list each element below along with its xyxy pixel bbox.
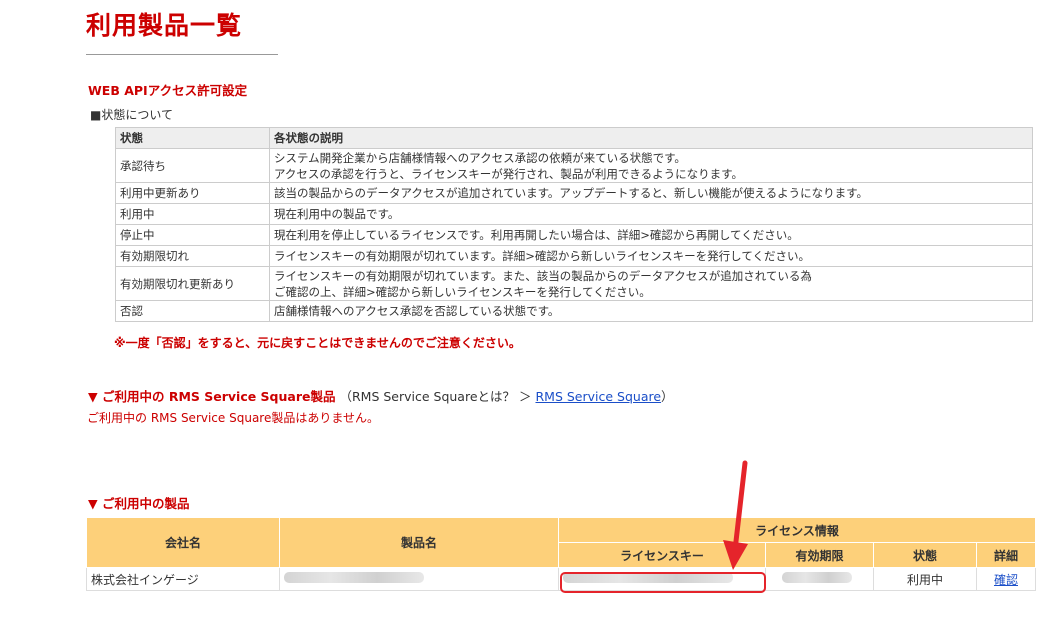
status-description: システム開発企業から店舗様情報へのアクセス承認の依頼が来ている状態です。 アクセ… xyxy=(269,148,1033,183)
detail-column-header: 詳細 xyxy=(976,542,1036,568)
expiry-date-redacted xyxy=(765,567,874,591)
products-header-row: 会社名 製品名 ライセンス情報 xyxy=(86,517,1036,568)
status-name: 利用中更新あり xyxy=(115,182,270,204)
rms-service-square-link[interactable]: RMS Service Square xyxy=(535,389,661,404)
rms-empty-message: ご利用中の RMS Service Square製品はありません。 xyxy=(87,411,379,425)
status-column-header: 状態 xyxy=(115,127,270,149)
status-description: 該当の製品からのデータアクセスが追加されています。アップデートすると、新しい機能… xyxy=(269,182,1033,204)
status-name: 停止中 xyxy=(115,224,270,246)
company-column-header: 会社名 xyxy=(86,517,280,568)
rms-section-heading: ▼ ご利用中の RMS Service Square製品 （RMS Servic… xyxy=(88,386,674,405)
status-column-header: 状態 xyxy=(873,542,977,568)
company-name: 株式会社インゲージ xyxy=(86,567,280,591)
status-description: ライセンスキーの有効期限が切れています。詳細>確認から新しいライセンスキーを発行… xyxy=(269,245,1033,267)
status-description: 店舗様情報へのアクセス承認を否認している状態です。 xyxy=(269,300,1033,322)
product-column-header: 製品名 xyxy=(279,517,559,568)
status-table-header-row: 状態 各状態の説明 xyxy=(115,127,1033,149)
status-name: 承認待ち xyxy=(115,148,270,183)
title-divider xyxy=(86,54,278,55)
status-name: 利用中 xyxy=(115,203,270,225)
status-description: 現在利用中の製品です。 xyxy=(269,203,1033,225)
license-info-header: ライセンス情報 xyxy=(558,517,1036,543)
table-row: 承認待ち システム開発企業から店舗様情報へのアクセス承認の依頼が来ている状態です… xyxy=(115,148,1033,183)
redacted-text xyxy=(782,572,852,583)
description-line: アクセスの承認を行うと、ライセンスキーが発行され、製品が利用できるようになります… xyxy=(274,166,743,181)
status-name: 有効期限切れ更新あり xyxy=(115,266,270,301)
confirm-detail-link[interactable]: 確認 xyxy=(994,573,1018,587)
table-row: 有効期限切れ更新あり ライセンスキーの有効期限が切れています。また、該当の製品か… xyxy=(115,266,1033,301)
red-arrow-icon xyxy=(723,460,748,570)
description-line: 現在利用中の製品です。 xyxy=(274,207,400,221)
expiry-column-header: 有効期限 xyxy=(765,542,874,568)
rms-paren-prefix: （RMS Service Squareとは？ ＞ xyxy=(339,389,536,404)
detail-cell: 確認 xyxy=(976,567,1036,591)
description-line: 現在利用を停止しているライセンスです。利用再開したい場合は、詳細>確認から再開し… xyxy=(274,228,799,242)
license-key-highlight-box xyxy=(560,572,766,593)
table-row: 否認 店舗様情報へのアクセス承認を否認している状態です。 xyxy=(115,300,1033,322)
product-status: 利用中 xyxy=(873,567,977,591)
description-column-header: 各状態の説明 xyxy=(269,127,1033,149)
status-about-label: ■状態について xyxy=(90,108,173,122)
description-line: ご確認の上、詳細>確認から新しいライセンスキーを発行してください。 xyxy=(274,284,651,299)
description-line: ライセンスキーの有効期限が切れています。詳細>確認から新しいライセンスキーを発行… xyxy=(274,249,810,263)
status-description: ライセンスキーの有効期限が切れています。また、該当の製品からのデータアクセスが追… xyxy=(269,266,1033,301)
reject-warning-note: ※一度「否認」をすると、元に戻すことはできませんのでご注意ください。 xyxy=(114,336,521,350)
description-line: システム開発企業から店舗様情報へのアクセス承認の依頼が来ている状態です。 xyxy=(274,150,686,165)
description-line: ライセンスキーの有効期限が切れています。また、該当の製品からのデータアクセスが追… xyxy=(274,268,812,283)
rms-paren-suffix: ） xyxy=(661,389,674,404)
status-name: 否認 xyxy=(115,300,270,322)
table-row: 停止中 現在利用を停止しているライセンスです。利用再開したい場合は、詳細>確認か… xyxy=(115,224,1033,246)
table-row: 利用中更新あり 該当の製品からのデータアクセスが追加されています。アップデートす… xyxy=(115,182,1033,204)
status-name: 有効期限切れ xyxy=(115,245,270,267)
product-name-redacted xyxy=(279,567,559,591)
page-title: 利用製品一覧 xyxy=(86,11,243,40)
webapi-section-title: WEB APIアクセス許可設定 xyxy=(88,83,248,98)
products-section-title: ▼ ご利用中の製品 xyxy=(88,496,190,511)
description-line: 該当の製品からのデータアクセスが追加されています。アップデートすると、新しい機能… xyxy=(274,186,868,200)
status-description: 現在利用を停止しているライセンスです。利用再開したい場合は、詳細>確認から再開し… xyxy=(269,224,1033,246)
description-line: 店舗様情報へのアクセス承認を否認している状態です。 xyxy=(274,304,560,318)
table-row: 利用中 現在利用中の製品です。 xyxy=(115,203,1033,225)
status-description-table: 状態 各状態の説明 承認待ち システム開発企業から店舗様情報へのアクセス承認の依… xyxy=(115,127,1033,322)
table-row: 有効期限切れ ライセンスキーの有効期限が切れています。詳細>確認から新しいライセ… xyxy=(115,245,1033,267)
redacted-text xyxy=(284,572,424,583)
rms-section-title: ▼ ご利用中の RMS Service Square製品 xyxy=(88,389,336,404)
